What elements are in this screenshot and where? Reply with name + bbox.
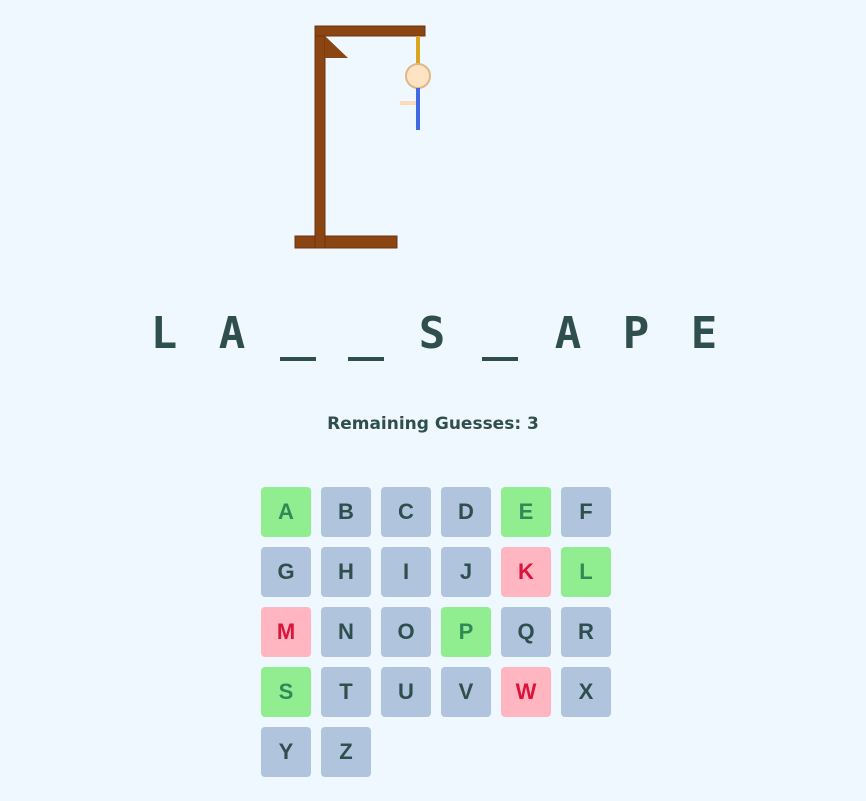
key-y[interactable]: Y [261,727,311,777]
gallows-post [314,25,326,249]
key-e[interactable]: E [501,487,551,537]
key-b[interactable]: B [321,487,371,537]
key-q[interactable]: Q [501,607,551,657]
blank-underline [280,357,316,361]
key-o[interactable]: O [381,607,431,657]
word-letter: A [554,308,582,359]
key-x[interactable]: X [561,667,611,717]
key-l[interactable]: L [561,547,611,597]
hangman-arm [400,101,416,105]
hangman-body [416,88,420,130]
key-u[interactable]: U [381,667,431,717]
word-letter: E [690,308,718,359]
key-g[interactable]: G [261,547,311,597]
hangman-rope [416,36,420,64]
key-m[interactable]: M [261,607,311,657]
key-w[interactable]: W [501,667,551,717]
word-display: LASAPE [0,304,866,364]
letter-keyboard: ABCDEF GHIJKL MNOPQR STUVWX YZ [261,487,621,777]
hangman-head [405,63,431,89]
key-r[interactable]: R [561,607,611,657]
gallows-base [294,235,398,249]
key-p[interactable]: P [441,607,491,657]
key-t[interactable]: T [321,667,371,717]
word-letter: A [218,308,246,359]
key-i[interactable]: I [381,547,431,597]
key-d[interactable]: D [441,487,491,537]
word-blank [278,304,318,364]
word-letter: L [150,308,178,359]
key-j[interactable]: J [441,547,491,597]
remaining-guesses: Remaining Guesses: 3 [327,414,539,434]
gallows-brace [325,36,348,58]
key-f[interactable]: F [561,487,611,537]
blank-underline [482,357,518,361]
key-v[interactable]: V [441,667,491,717]
key-a[interactable]: A [261,487,311,537]
blank-underline [348,357,384,361]
word-blank [480,304,520,364]
key-s[interactable]: S [261,667,311,717]
word-letter: P [622,308,650,359]
key-h[interactable]: H [321,547,371,597]
word-letter: S [418,308,446,359]
key-n[interactable]: N [321,607,371,657]
gallows-beam [314,25,426,37]
key-c[interactable]: C [381,487,431,537]
key-z[interactable]: Z [321,727,371,777]
hangman-drawing [294,25,431,249]
key-k[interactable]: K [501,547,551,597]
word-blank [346,304,386,364]
